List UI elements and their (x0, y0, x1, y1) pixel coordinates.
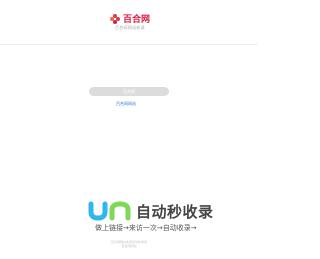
footer: 百合网网站收录自动秒收录 百合网网站 (105, 240, 153, 248)
header-divider (0, 44, 258, 45)
baihe-flower-icon (110, 13, 120, 24)
jn-logo-icon (88, 201, 134, 221)
site-tagline: 百合网网站收录 (114, 25, 146, 30)
banner-subtitle: 做上链接→来访一次→自动收录→ (95, 224, 197, 232)
promo-banner[interactable]: 自动秒收录 (88, 200, 214, 222)
site-link[interactable]: 百合网网站 (116, 101, 136, 107)
banner-title: 自动秒收录 (136, 202, 214, 221)
brand-name: 百合网 (123, 15, 151, 25)
search-placeholder: 百合网 (123, 89, 135, 94)
header-logo[interactable]: 百合网 (110, 12, 150, 25)
footer-line-2: 百合网网站 (121, 244, 137, 248)
search-box[interactable]: 百合网 (89, 87, 169, 96)
